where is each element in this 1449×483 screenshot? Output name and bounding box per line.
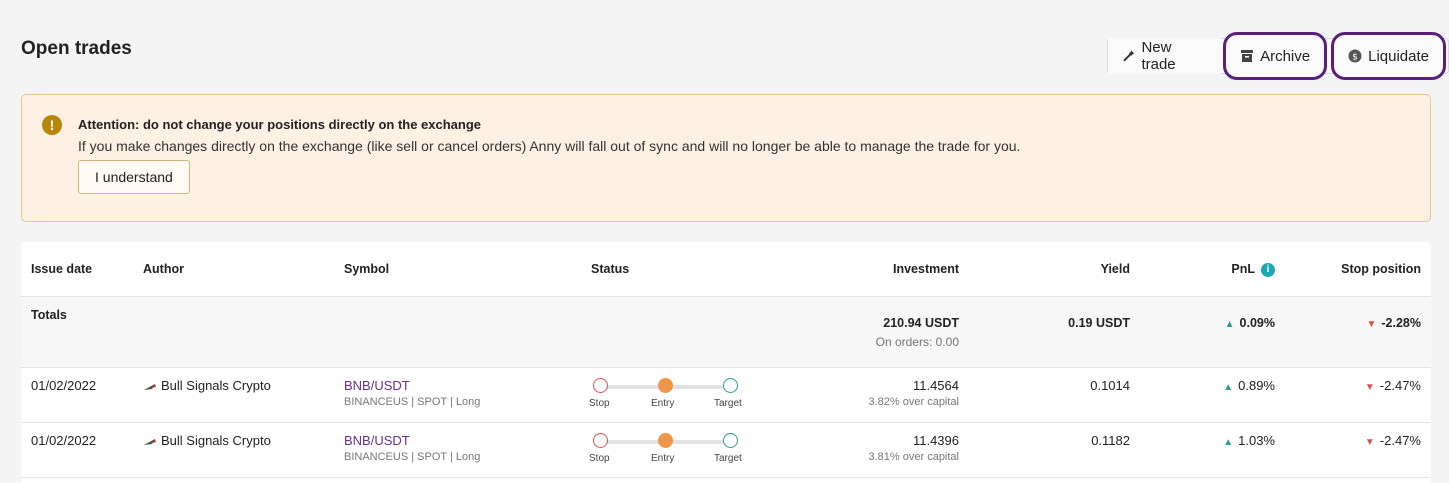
row-date: 01/02/2022 <box>31 433 97 448</box>
totals-on-orders: On orders: 0.00 <box>875 335 959 349</box>
row-yield: 0.1014 <box>1090 378 1130 393</box>
bull-flag-icon <box>144 438 156 445</box>
bull-flag-icon <box>144 383 156 390</box>
row-stop: ▼ -2.47% <box>1365 378 1421 393</box>
row-author-name: Bull Signals Crypto <box>161 378 271 393</box>
col-stop-position[interactable]: Stop position <box>1341 262 1421 276</box>
row-over-capital: 3.82% over capital <box>868 396 960 408</box>
col-pnl-label: PnL <box>1231 262 1255 276</box>
totals-investment: 210.94 USDT <box>883 316 959 330</box>
row-pnl-value: 0.89% <box>1238 378 1275 393</box>
row-symbol-link[interactable]: BNB/USDT <box>344 378 410 393</box>
archive-button[interactable]: Archive <box>1223 32 1328 80</box>
row-pnl: ▲ 0.89% <box>1223 378 1275 393</box>
col-issue-date[interactable]: Issue date <box>31 262 92 276</box>
stop-label: Stop <box>589 453 610 464</box>
row-stop-value: -2.47% <box>1379 433 1421 448</box>
totals-label: Totals <box>31 308 67 322</box>
totals-stop-value: -2.28% <box>1381 316 1421 330</box>
triangle-down-icon: ▼ <box>1366 319 1377 330</box>
triangle-up-icon: ▲ <box>1223 382 1234 393</box>
row-investment: 11.4564 <box>912 378 959 393</box>
i-understand-button[interactable]: I understand <box>78 160 190 194</box>
totals-pnl-value: 0.09% <box>1239 316 1275 330</box>
exclamation-circle-icon: ! <box>42 115 62 135</box>
row-author[interactable]: Bull Signals Crypto <box>143 378 271 393</box>
row-over-capital: 3.81% over capital <box>868 451 960 463</box>
magic-wand-icon <box>1123 50 1135 62</box>
stop-label: Stop <box>589 398 610 409</box>
entry-label: Entry <box>651 398 675 409</box>
info-icon[interactable]: i <box>1261 262 1275 277</box>
totals-row: Totals 210.94 USDT On orders: 0.00 0.19 … <box>21 297 1431 368</box>
liquidate-label: Liquidate <box>1368 47 1429 65</box>
col-yield[interactable]: Yield <box>1101 262 1130 276</box>
row-date: 01/02/2022 <box>31 378 97 393</box>
open-trades-table: Issue date Author Symbol Status Investme… <box>21 242 1431 483</box>
target-label: Target <box>714 398 742 409</box>
col-symbol[interactable]: Symbol <box>344 262 389 276</box>
target-dot <box>723 433 738 448</box>
triangle-up-icon: ▲ <box>1224 319 1235 330</box>
totals-pnl: ▲ 0.09% <box>1225 316 1275 330</box>
table-row <box>21 478 1431 483</box>
alert-text: If you make changes directly on the exch… <box>78 138 1021 154</box>
liquidate-button[interactable]: $ Liquidate <box>1331 32 1446 80</box>
row-pnl-value: 1.03% <box>1238 433 1275 448</box>
table-header: Issue date Author Symbol Status Investme… <box>21 242 1431 297</box>
entry-label: Entry <box>651 453 675 464</box>
row-author[interactable]: Bull Signals Crypto <box>143 433 271 448</box>
dollar-coin-icon: $ <box>1348 49 1362 63</box>
target-label: Target <box>714 453 742 464</box>
row-symbol-meta: BINANCEUS | SPOT | Long <box>344 451 481 463</box>
row-yield: 0.1182 <box>1091 433 1130 448</box>
triangle-up-icon: ▲ <box>1223 437 1234 448</box>
row-investment: 11.4396 <box>912 433 959 448</box>
page-title: Open trades <box>21 38 132 59</box>
entry-dot <box>658 378 673 393</box>
totals-stop: ▼ -2.28% <box>1366 316 1421 330</box>
row-pnl: ▲ 1.03% <box>1223 433 1275 448</box>
svg-text:$: $ <box>1352 53 1358 63</box>
archive-label: Archive <box>1260 47 1311 65</box>
status-track: Stop Entry Target <box>589 377 752 417</box>
new-trade-label: New trade <box>1141 39 1176 73</box>
sync-warning-alert: ! Attention: do not change your position… <box>21 94 1431 222</box>
totals-yield: 0.19 USDT <box>1068 316 1130 330</box>
col-author[interactable]: Author <box>143 262 184 276</box>
status-track: Stop Entry Target <box>589 432 752 472</box>
row-author-name: Bull Signals Crypto <box>161 433 271 448</box>
row-symbol-link[interactable]: BNB/USDT <box>344 433 410 448</box>
col-pnl[interactable]: PnL i <box>1231 262 1275 277</box>
entry-dot <box>658 433 673 448</box>
archive-box-icon <box>1241 50 1254 62</box>
table-row[interactable]: 01/02/2022 Bull Signals Crypto BNB/USDT … <box>21 368 1431 423</box>
row-stop-value: -2.47% <box>1379 378 1421 393</box>
triangle-down-icon: ▼ <box>1364 437 1375 448</box>
table-row[interactable]: 01/02/2022 Bull Signals Crypto BNB/USDT … <box>21 423 1431 478</box>
row-symbol-meta: BINANCEUS | SPOT | Long <box>344 396 481 408</box>
col-status[interactable]: Status <box>591 262 629 276</box>
row-stop: ▼ -2.47% <box>1365 433 1421 448</box>
stop-dot <box>593 433 608 448</box>
new-trade-button[interactable]: New trade <box>1108 38 1222 74</box>
target-dot <box>723 378 738 393</box>
triangle-down-icon: ▼ <box>1364 382 1375 393</box>
stop-dot <box>593 378 608 393</box>
toolbar: New trade Archive $ Liquidate <box>1107 32 1449 80</box>
col-investment[interactable]: Investment <box>893 262 959 276</box>
alert-title: Attention: do not change your positions … <box>78 117 482 132</box>
